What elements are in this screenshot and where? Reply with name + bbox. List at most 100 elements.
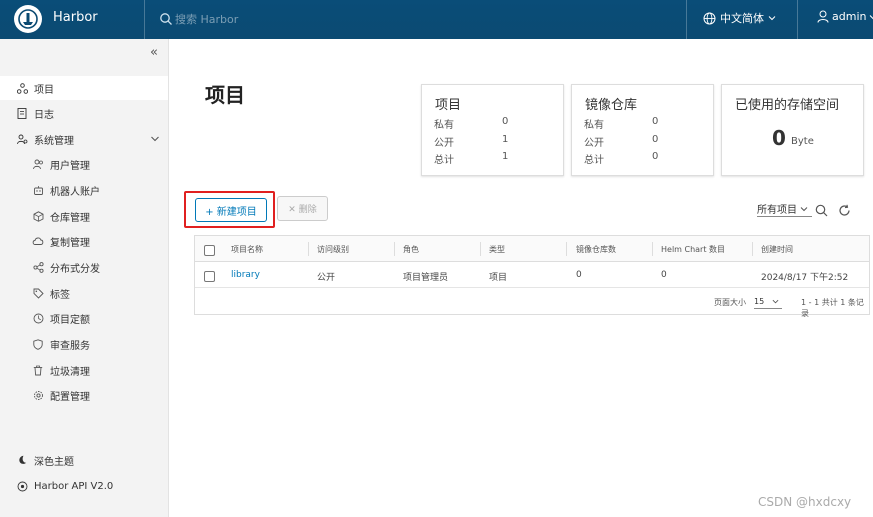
sidebar-item-distributions[interactable]: 分布式分发 (0, 255, 168, 279)
sidebar-item-robot-accounts[interactable]: 机器人账户 (0, 178, 168, 202)
sidebar-item-label: 审查服务 (50, 340, 90, 352)
chevron-down-icon (870, 14, 873, 19)
column-header[interactable]: 项目名称 (231, 244, 263, 255)
chevron-down-icon (800, 206, 808, 211)
brand-name[interactable]: Harbor (53, 10, 98, 25)
role: 项目管理员 (403, 273, 449, 283)
sidebar-item-garbage-collection[interactable]: 垃圾清理 (0, 358, 168, 382)
table-footer: 页面大小 15 1 - 1 共计 1 条记录 (195, 288, 869, 319)
private-label: 私有 (584, 120, 604, 131)
sidebar-item-configuration[interactable]: 配置管理 (0, 383, 168, 407)
search-icon[interactable] (159, 11, 173, 25)
logs-icon (16, 107, 28, 119)
sidebar-item-label: 项目定额 (50, 314, 90, 326)
table-header: 项目名称 访问级别 角色 类型 镜像仓库数 Helm Chart 数目 创建时间 (195, 236, 869, 262)
projects-table: 项目名称 访问级别 角色 类型 镜像仓库数 Helm Chart 数目 创建时间… (194, 235, 870, 319)
storage-unit: Byte (791, 136, 814, 147)
column-divider (652, 242, 653, 256)
sidebar-item-label: 用户管理 (50, 160, 90, 172)
harbor-logo-icon[interactable] (14, 5, 42, 33)
sidebar-item-label: 机器人账户 (50, 186, 100, 198)
helm-chart-count: 0 (661, 270, 667, 280)
page-size-label: 页面大小 (714, 298, 746, 307)
sidebar-item-label: 标签 (50, 289, 70, 301)
sidebar-item-administration[interactable]: 系统管理 (0, 127, 168, 151)
sidebar-item-label: 项目 (34, 84, 54, 96)
sidebar-item-users[interactable]: 用户管理 (0, 152, 168, 176)
chevron-down-icon (772, 299, 779, 303)
public-label: 公开 (434, 138, 454, 149)
column-header[interactable]: 角色 (403, 244, 419, 255)
storage-summary-card: 已使用的存储空间 0 Byte (721, 84, 864, 176)
user-menu[interactable]: admin (817, 10, 873, 23)
card-title: 镜像仓库 (585, 98, 638, 113)
sidebar-item-registries[interactable]: 仓库管理 (0, 204, 168, 228)
username: admin (832, 10, 867, 23)
private-count: 0 (652, 116, 659, 127)
page-size-value: 15 (754, 296, 765, 306)
column-divider (480, 242, 481, 256)
quota-icon (32, 312, 44, 324)
total-count: 1 (502, 151, 509, 162)
new-project-button[interactable]: + 新建项目 (195, 198, 267, 222)
table-row[interactable]: library 公开 项目管理员 项目 0 0 2024/8/17 下午2:52 (195, 262, 869, 288)
column-header[interactable]: Helm Chart 数目 (661, 244, 725, 255)
projects-icon (16, 82, 28, 94)
sidebar-item-logs[interactable]: 日志 (0, 101, 168, 125)
card-title: 项目 (435, 98, 462, 113)
column-header[interactable]: 镜像仓库数 (576, 244, 616, 255)
refresh-icon[interactable] (838, 202, 851, 216)
language-selector[interactable]: 中文简体 (703, 10, 776, 26)
private-label: 私有 (434, 120, 454, 131)
sidebar-item-projects[interactable]: 项目 (0, 76, 168, 100)
type: 项目 (489, 273, 508, 283)
column-header[interactable]: 创建时间 (761, 244, 793, 255)
sidebar-item-label: 系统管理 (34, 135, 74, 147)
public-label: 公开 (584, 138, 604, 149)
page-size-select[interactable]: 15 (754, 294, 782, 309)
moon-icon (16, 454, 28, 466)
column-header[interactable]: 类型 (489, 244, 505, 255)
sidebar-item-label: 配置管理 (50, 391, 90, 403)
select-all-checkbox[interactable] (204, 245, 215, 256)
language-label: 中文简体 (720, 12, 764, 25)
project-filter-select[interactable]: 所有项目 (757, 201, 812, 217)
sidebar-item-label: 复制管理 (50, 237, 90, 249)
public-count: 1 (502, 134, 509, 145)
admin-icon (16, 133, 28, 145)
creation-time: 2024/8/17 下午2:52 (761, 273, 849, 283)
column-header[interactable]: 访问级别 (317, 244, 349, 255)
users-icon (32, 158, 44, 170)
column-divider (308, 242, 309, 256)
row-checkbox[interactable] (204, 271, 215, 282)
header-divider (144, 0, 145, 39)
top-header: Harbor 中文简体 admin (0, 0, 873, 39)
search-icon[interactable] (815, 202, 828, 217)
column-divider (566, 242, 567, 256)
sidebar-item-label: 日志 (34, 109, 54, 121)
header-divider (686, 0, 687, 39)
header-divider (797, 0, 798, 39)
search-input[interactable] (175, 10, 375, 28)
sidebar-item-interrogation-services[interactable]: 审查服务 (0, 332, 168, 356)
sidebar-item-label: 仓库管理 (50, 212, 90, 224)
sidebar-item-replications[interactable]: 复制管理 (0, 229, 168, 253)
delete-button[interactable]: ✕ 删除 (277, 196, 328, 221)
sidebar-item-labels[interactable]: 标签 (0, 281, 168, 305)
filter-label: 所有项目 (757, 205, 797, 216)
trash-icon (32, 364, 44, 376)
project-name-link[interactable]: library (231, 270, 260, 280)
collapse-sidebar-icon[interactable]: « (150, 45, 158, 60)
total-label: 总计 (434, 155, 454, 166)
replication-icon (32, 235, 44, 247)
dark-theme-toggle[interactable]: 深色主题 (0, 448, 168, 472)
sidebar-item-label: 垃圾清理 (50, 366, 90, 378)
chevron-down-icon[interactable] (150, 134, 160, 144)
user-icon (817, 10, 829, 23)
sidebar-item-project-quotas[interactable]: 项目定额 (0, 306, 168, 330)
column-divider (752, 242, 753, 256)
total-count: 0 (652, 151, 659, 162)
pagination-summary: 1 - 1 共计 1 条记录 (801, 298, 864, 318)
harbor-api-link[interactable]: Harbor API V2.0 (0, 474, 168, 498)
registry-icon (32, 210, 44, 222)
